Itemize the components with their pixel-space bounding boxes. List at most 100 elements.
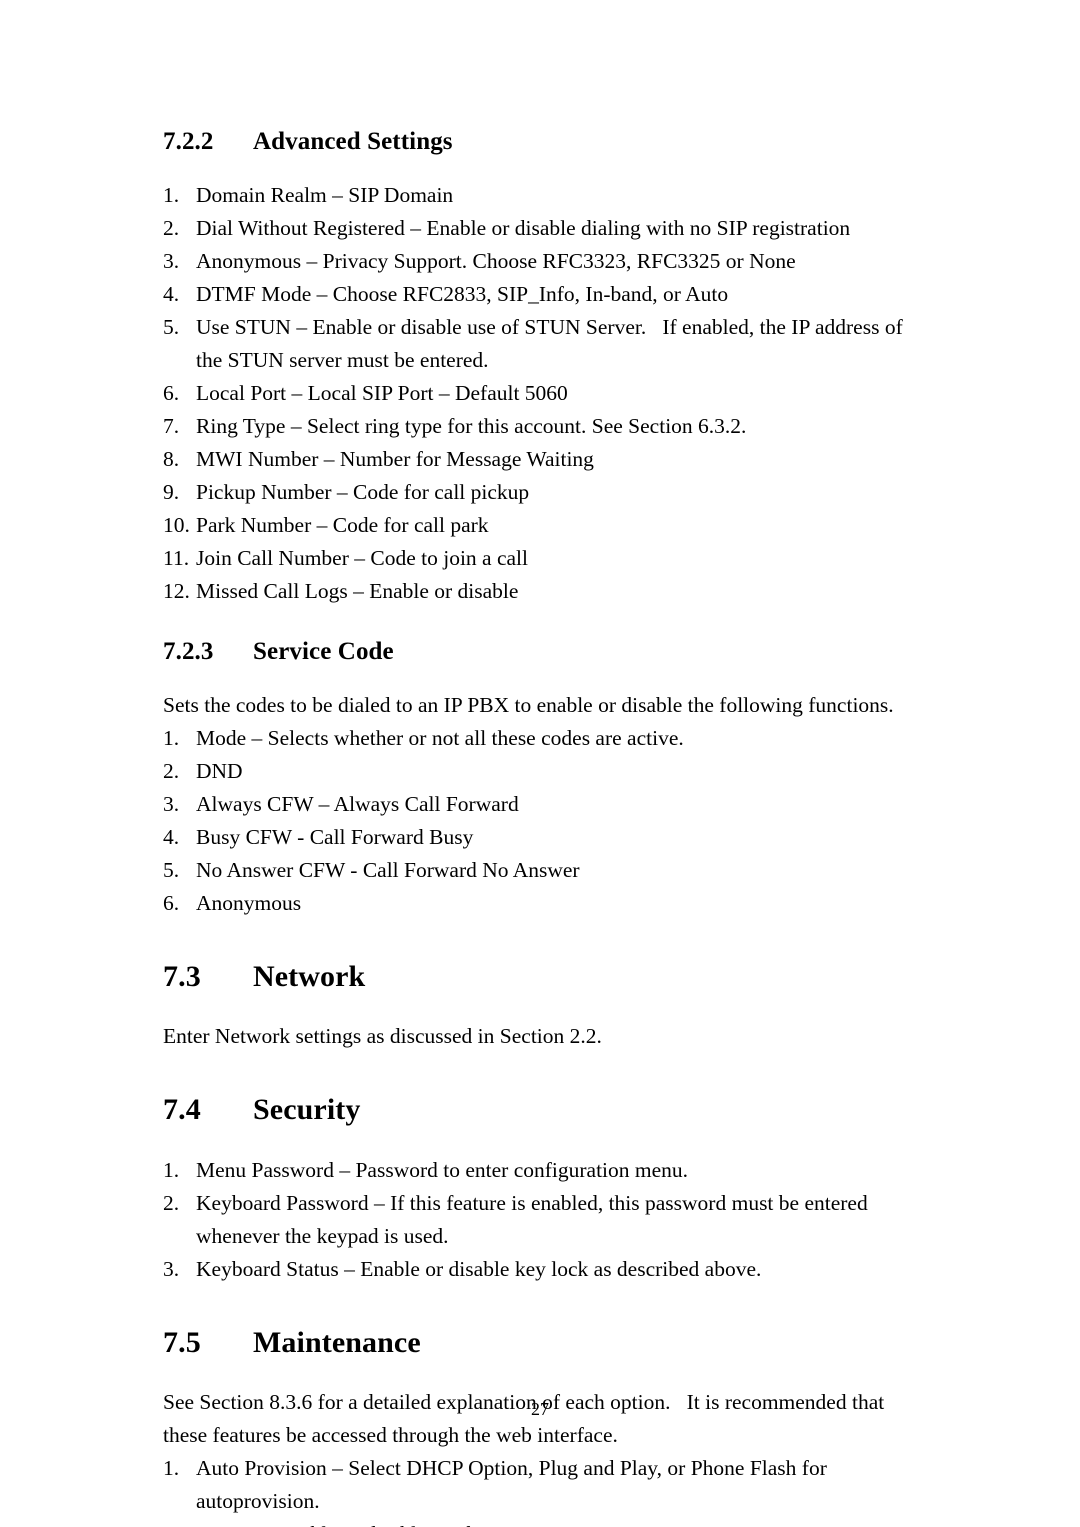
list-item-text: MWI Number – Number for Message Waiting	[196, 446, 594, 471]
list-marker: 5.	[163, 857, 180, 882]
list-maintenance: 1. Auto Provision – Select DHCP Option, P…	[163, 1452, 913, 1527]
list-marker: 1.	[163, 725, 180, 750]
heading-title: Service Code	[253, 637, 394, 665]
list-item-text: Auto Provision – Select DHCP Option, Plu…	[196, 1456, 833, 1513]
list-item-text: Anonymous – Privacy Support. Choose RFC3…	[196, 248, 796, 273]
list-item-text: Keyboard Password – If this feature is e…	[196, 1190, 874, 1248]
list-item: 4. Busy CFW - Call Forward Busy	[163, 821, 913, 854]
heading-title: Security	[253, 1093, 361, 1126]
list-item: 2. Dial Without Registered – Enable or di…	[163, 212, 913, 245]
list-item-text: No Answer CFW - Call Forward No Answer	[196, 857, 580, 882]
list-item-text: Pickup Number – Code for call pickup	[196, 479, 530, 504]
heading-title: Network	[253, 959, 366, 993]
list-item: 3. Keyboard Status – Enable or disable ke…	[163, 1253, 913, 1286]
page-footer: 27	[0, 1398, 1080, 1420]
list-item: 1. Menu Password – Password to enter conf…	[163, 1154, 913, 1187]
list-item: 5. No Answer CFW - Call Forward No Answer	[163, 854, 913, 887]
list-marker: 7.	[163, 413, 180, 438]
list-item: 2.TR069 – Enable or disable configuratio…	[163, 1518, 913, 1527]
list-marker: 3.	[163, 1256, 180, 1281]
list-advanced-settings: 1. Domain Realm – SIP Domain 2. Dial Witho…	[163, 179, 913, 608]
list-item-text: Keyboard Status – Enable or disable key …	[196, 1256, 762, 1281]
list-item: 1. Domain Realm – SIP Domain	[163, 179, 913, 212]
list-item-text: Dial Without Registered – Enable or disa…	[196, 215, 851, 240]
list-marker: 1.	[163, 182, 180, 207]
list-item-text: DTMF Mode – Choose RFC2833, SIP_Info, In…	[196, 281, 729, 306]
list-item: 7. Ring Type – Select ring type for this …	[163, 410, 913, 443]
heading-title: Maintenance	[253, 1325, 421, 1359]
heading-title: Advanced Settings	[253, 128, 453, 155]
list-item-text: Local Port – Local SIP Port – Default 50…	[196, 380, 568, 405]
heading-number: 7.2.2	[163, 128, 214, 155]
list-marker: 3.	[163, 248, 180, 273]
heading-advanced-settings: 7.2.2 Advanced Settings	[163, 128, 913, 157]
list-service-code: 1. Mode – Selects whether or not all thes…	[163, 722, 913, 920]
list-item-text: Mode – Selects whether or not all these …	[196, 725, 684, 750]
list-item: 4. DTMF Mode – Choose RFC2833, SIP_Info, …	[163, 278, 913, 311]
list-item: 6. Local Port – Local SIP Port – Default …	[163, 377, 913, 410]
list-item: 3. Anonymous – Privacy Support. Choose RF…	[163, 245, 913, 278]
list-item: 1. Mode – Selects whether or not all thes…	[163, 722, 913, 755]
heading-network: 7.3 Network	[163, 960, 913, 995]
heading-maintenance: 7.5 Maintenance	[163, 1326, 913, 1361]
network-intro: Enter Network settings as discussed in S…	[163, 1024, 602, 1048]
list-item: 1. Auto Provision – Select DHCP Option, P…	[163, 1452, 913, 1518]
list-item-text: Missed Call Logs – Enable or disable	[196, 578, 519, 603]
list-security: 1. Menu Password – Password to enter conf…	[163, 1154, 913, 1286]
list-item: 2. DND	[163, 755, 913, 788]
list-marker: 1.	[163, 1157, 180, 1182]
list-marker: 1.	[163, 1456, 180, 1480]
list-item-text: TR069 – Enable or disable configuration …	[196, 1518, 913, 1527]
list-item-text: Always CFW – Always Call Forward	[196, 791, 519, 816]
heading-number: 7.5	[163, 1325, 201, 1359]
list-item-text: Park Number – Code for call park	[196, 512, 489, 537]
list-item: 8. MWI Number – Number for Message Waitin…	[163, 443, 913, 476]
list-marker: 5.	[163, 314, 180, 339]
list-marker: 8.	[163, 446, 180, 471]
list-marker: 12.	[163, 578, 190, 603]
heading-service-code: 7.2.3 Service Code	[163, 638, 913, 667]
list-marker: 11.	[163, 545, 190, 570]
list-item-text: Menu Password – Password to enter config…	[196, 1157, 689, 1182]
list-item-text: DND	[196, 758, 243, 783]
page-number: 27	[531, 1399, 549, 1419]
list-item: 10. Park Number – Code for call park	[163, 509, 913, 542]
list-marker: 2.	[163, 758, 180, 783]
list-item-text: Anonymous	[196, 890, 302, 915]
list-item: 6. Anonymous	[163, 887, 913, 920]
list-marker: 9.	[163, 479, 180, 504]
list-marker: 4.	[163, 281, 180, 306]
list-item-text: Use STUN – Enable or disable use of STUN…	[196, 314, 909, 372]
list-item-text: Domain Realm – SIP Domain	[196, 182, 454, 207]
list-marker: 2.	[163, 1190, 180, 1215]
list-item: 9. Pickup Number – Code for call pickup	[163, 476, 913, 509]
list-marker: 4.	[163, 824, 180, 849]
list-item: 3. Always CFW – Always Call Forward	[163, 788, 913, 821]
service-code-intro: Sets the codes to be dialed to an IP PBX…	[163, 692, 894, 717]
heading-number: 7.3	[163, 959, 201, 993]
list-item: 11. Join Call Number – Code to join a cal…	[163, 542, 913, 575]
heading-number: 7.2.3	[163, 637, 214, 665]
manual-page: 7.2.2 Advanced Settings 1. Domain Realm –…	[0, 0, 1080, 1527]
list-item-text: Join Call Number – Code to join a call	[196, 545, 529, 570]
list-marker: 2.	[163, 1518, 196, 1527]
list-item: 12. Missed Call Logs – Enable or disable	[163, 575, 913, 608]
list-marker: 6.	[163, 890, 180, 915]
list-marker: 2.	[163, 215, 180, 240]
heading-security: 7.4 Security	[163, 1093, 913, 1128]
list-marker: 6.	[163, 380, 180, 405]
list-item-text: Ring Type – Select ring type for this ac…	[196, 413, 747, 438]
list-marker: 10.	[163, 512, 190, 537]
list-item: 5. Use STUN – Enable or disable use of ST…	[163, 311, 913, 377]
list-marker: 3.	[163, 791, 180, 816]
list-item: 2. Keyboard Password – If this feature is…	[163, 1187, 913, 1253]
page-content: 7.2.2 Advanced Settings 1. Domain Realm –…	[163, 128, 913, 1527]
